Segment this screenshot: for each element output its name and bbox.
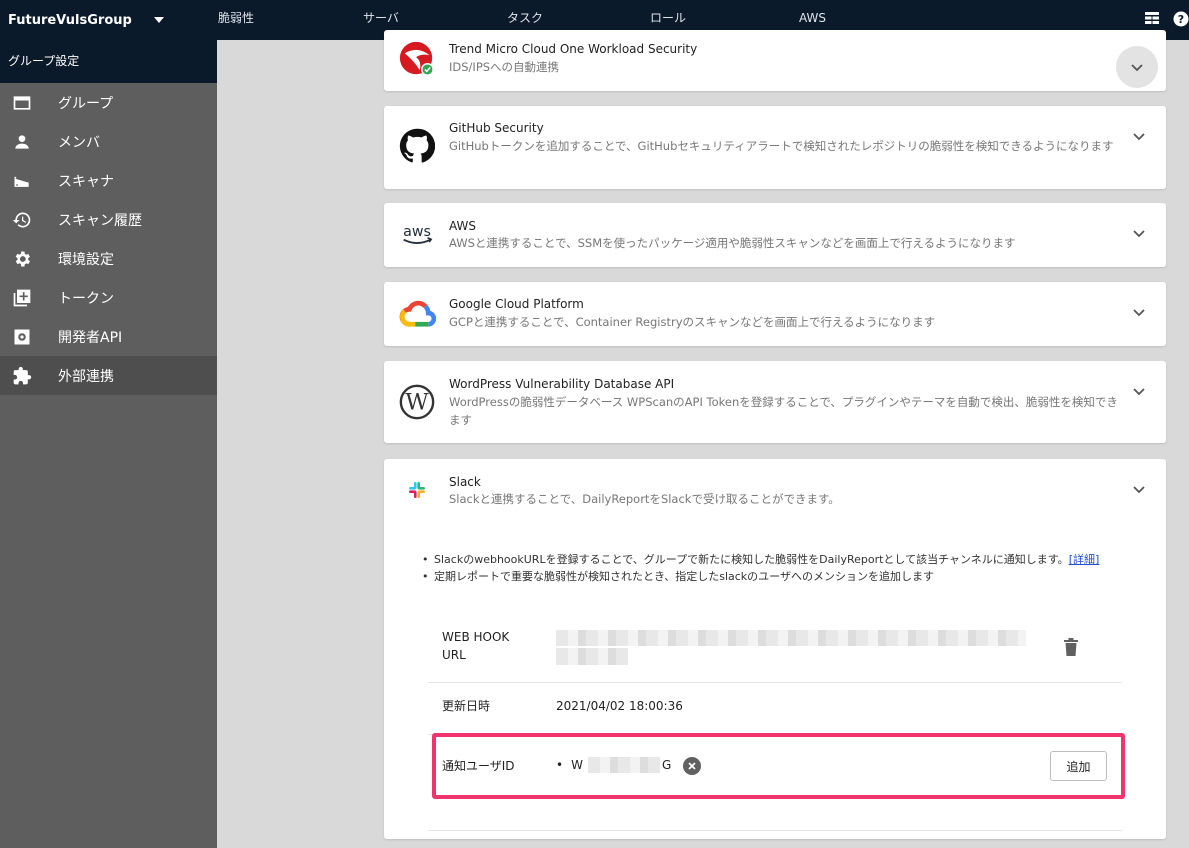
chevron-down-icon (1133, 230, 1145, 238)
row-divider (428, 682, 1122, 683)
chevron-down-icon (1133, 388, 1145, 396)
integration-title: GitHub Security (449, 121, 544, 135)
history-icon (0, 210, 58, 230)
group-switcher[interactable]: FutureVulsGroup (8, 0, 164, 40)
sidebar-item-label: 環境設定 (58, 251, 114, 268)
scanner-icon (0, 171, 58, 191)
sidebar-item-label: スキャナ (58, 173, 114, 190)
updated-at-value: 2021/04/02 18:00:36 (556, 699, 683, 713)
google-cloud-logo-icon (398, 294, 436, 332)
integration-description: AWSと連携することで、SSMを使ったパッケージ適用や脆弱性スキャンなどを画面上… (449, 236, 1016, 250)
integration-title: Slack (449, 475, 481, 489)
integration-description: GitHubトークンを追加することで、GitHubセキュリティアラートで検知され… (449, 139, 1114, 153)
sidebar-item-label: メンバ (58, 134, 100, 151)
integration-card-gcp[interactable]: Google Cloud Platform GCPと連携することで、Contai… (384, 282, 1166, 346)
api-icon (0, 327, 58, 347)
puzzle-icon (0, 366, 58, 386)
integration-description: WordPressの脆弱性データベース WPScanのAPI Tokenを登録す… (449, 395, 1118, 427)
expand-button[interactable] (1132, 225, 1146, 239)
sidebar-item-members[interactable]: メンバ (0, 122, 217, 161)
slack-notes: SlackのwebhookURLを登録することで、グループで新たに検知した脆弱性… (422, 551, 1099, 585)
webhook-label-line: URL (442, 648, 466, 662)
note-text: SlackのwebhookURLを登録することで、グループで新たに検知した脆弱性… (434, 553, 1069, 566)
sidebar-title: グループ設定 (0, 40, 217, 83)
gear-icon (0, 249, 58, 269)
nav-vulnerabilities[interactable]: 脆弱性 (218, 0, 254, 36)
expand-button[interactable] (1132, 304, 1146, 318)
webhook-url-value-redacted (556, 648, 628, 665)
sidebar-item-group[interactable]: グループ (0, 83, 217, 122)
sidebar-item-label: 開発者API (58, 329, 123, 346)
sidebar: グループ設定 グループ メンバ スキャナ スキャン履歴 環境設定 トークン 開発… (0, 40, 217, 848)
trash-icon[interactable] (1063, 638, 1079, 656)
chevron-down-icon (1133, 486, 1145, 494)
integration-title: AWS (449, 219, 477, 233)
webhook-url-label: WEB HOOK URL (442, 628, 509, 664)
details-link[interactable]: [詳細] (1069, 553, 1100, 566)
collapse-button[interactable] (1132, 481, 1146, 495)
chevron-down-icon (1133, 133, 1145, 141)
expand-button[interactable] (1132, 383, 1146, 397)
sidebar-item-developer-api[interactable]: 開発者API (0, 317, 217, 356)
integration-card-wordpress[interactable]: W WordPress Vulnerability Database API W… (384, 361, 1166, 443)
caret-down-icon (153, 17, 164, 23)
group-card-icon (0, 93, 58, 113)
integration-description: Slackと連携することで、DailyReportをSlackで受け取ることがで… (449, 492, 840, 506)
sidebar-item-label: スキャン履歴 (58, 212, 142, 229)
sidebar-item-label: トークン (58, 290, 114, 307)
sidebar-item-scan-history[interactable]: スキャン履歴 (0, 200, 217, 239)
expand-button[interactable] (1116, 46, 1158, 88)
aws-logo-icon: aws (398, 215, 436, 253)
integration-card-aws[interactable]: aws AWS AWSと連携することで、SSMを使ったパッケージ適用や脆弱性スキ… (384, 203, 1166, 267)
sidebar-item-integrations[interactable]: 外部連携 (0, 356, 217, 395)
expand-button[interactable] (1132, 128, 1146, 142)
webhook-label-line: WEB HOOK (442, 630, 510, 644)
sidebar-item-label: グループ (58, 95, 114, 112)
help-icon[interactable]: ? (1173, 11, 1189, 27)
svg-text:W: W (405, 390, 429, 416)
integration-title: Google Cloud Platform (449, 297, 584, 311)
person-icon (0, 132, 58, 152)
chevron-down-icon (1133, 309, 1145, 317)
integration-title: WordPress Vulnerability Database API (449, 377, 675, 391)
slack-logo-icon (398, 471, 436, 509)
integration-title: Trend Micro Cloud One Workload Security (449, 42, 698, 56)
github-logo-icon (398, 127, 436, 165)
chevron-down-icon (1131, 64, 1143, 72)
wordpress-logo-icon: W (398, 383, 436, 421)
highlight-frame (432, 733, 1125, 799)
trend-micro-logo-icon (398, 40, 436, 78)
svg-text:aws: aws (403, 224, 431, 240)
sidebar-item-settings[interactable]: 環境設定 (0, 239, 217, 278)
group-name: FutureVulsGroup (8, 12, 132, 28)
svg-text:?: ? (1178, 13, 1184, 26)
integration-description: GCPと連携することで、Container Registryのスキャンなどを画面… (449, 315, 936, 329)
add-box-icon (0, 288, 58, 308)
sidebar-item-label: 外部連携 (58, 368, 114, 385)
sidebar-item-scanner[interactable]: スキャナ (0, 161, 217, 200)
slack-note-mention: 定期レポートで重要な脆弱性が検知されたとき、指定したslackのユーザへのメンシ… (422, 568, 1099, 585)
slack-note-webhook: SlackのwebhookURLを登録することで、グループで新たに検知した脆弱性… (422, 551, 1099, 568)
integration-card-trend-micro[interactable]: Trend Micro Cloud One Workload Security … (384, 30, 1166, 91)
sidebar-item-tokens[interactable]: トークン (0, 278, 217, 317)
integration-description: IDS/IPSへの自動連携 (449, 60, 560, 74)
updated-at-label: 更新日時 (442, 699, 491, 713)
dashboard-icon[interactable] (1145, 12, 1159, 24)
row-divider (428, 830, 1122, 831)
integration-card-github[interactable]: GitHub Security GitHubトークンを追加することで、GitHu… (384, 106, 1166, 189)
webhook-url-value-redacted (556, 630, 1026, 646)
